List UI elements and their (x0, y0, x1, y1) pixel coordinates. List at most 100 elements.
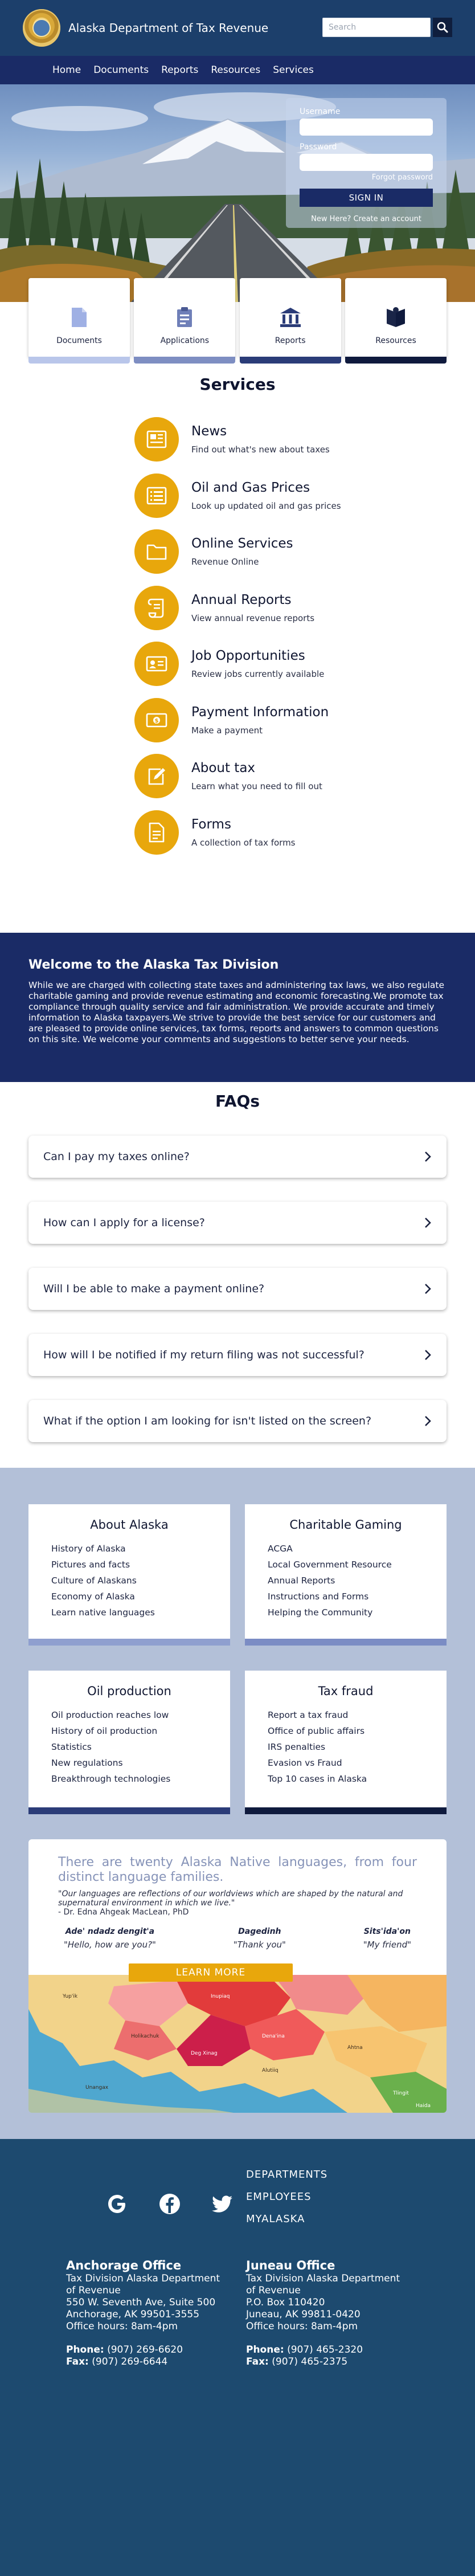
resource-link[interactable]: Evasion vs Fraud (268, 1755, 447, 1771)
resource-link[interactable]: Culture of Alaskans (51, 1573, 230, 1589)
resource-link[interactable]: Instructions and Forms (268, 1589, 447, 1605)
faq-item[interactable]: Will I be able to make a payment online? (28, 1268, 447, 1310)
resource-link[interactable]: Oil production reaches low (51, 1707, 230, 1723)
service-title: Oil and Gas Prices (191, 480, 310, 495)
office-fax: Fax: (907) 465-2375 (246, 2356, 348, 2367)
create-account-link[interactable]: New Here? Create an account (300, 215, 433, 223)
quick-links: Documents Applications Reports Resources (28, 278, 447, 364)
faq-item[interactable]: How can I apply for a license? (28, 1202, 447, 1244)
footer-link-employees[interactable]: EMPLOYEES (246, 2191, 327, 2203)
card-accent-bar (345, 357, 447, 364)
card-accent-bar (239, 357, 341, 364)
faq-item[interactable]: How will I be notified if my return fili… (28, 1334, 447, 1376)
resource-link[interactable]: Annual Reports (268, 1573, 447, 1589)
main-nav: Home Documents Reports Resources Service… (0, 56, 475, 84)
resource-link[interactable]: Breakthrough technologies (51, 1771, 230, 1787)
service-title: Annual Reports (191, 592, 292, 607)
service-item-job-opportunities[interactable]: Job Opportunities Review jobs currently a… (134, 636, 341, 692)
resource-link[interactable]: Local Government Resource (268, 1557, 447, 1573)
card-accent-bar (28, 1807, 230, 1814)
faq-item[interactable]: What if the option I am looking for isn'… (28, 1400, 447, 1442)
header-bar: Alaska Department of Tax Revenue Search (0, 0, 475, 56)
nav-home[interactable]: Home (52, 64, 81, 76)
resource-card-title: Tax fraud (318, 1684, 374, 1698)
resource-link[interactable]: IRS penalties (268, 1739, 447, 1755)
forgot-password-link[interactable]: Forgot password (300, 173, 433, 182)
faq-item[interactable]: Can I pay my taxes online? (28, 1136, 447, 1178)
service-title: Online Services (191, 536, 293, 552)
learn-more-button[interactable]: LEARN MORE (129, 1963, 293, 1982)
resource-link[interactable]: Learn native languages (51, 1605, 230, 1620)
office-fax: Fax: (907) 269-6644 (66, 2356, 168, 2367)
nav-documents[interactable]: Documents (93, 64, 149, 76)
footer-links: DEPARTMENTS EMPLOYEES MYALASKA (246, 2169, 327, 2235)
quick-card-resources[interactable]: Resources (345, 278, 447, 364)
faq-question: How can I apply for a license? (43, 1216, 205, 1229)
chevron-right-icon (425, 1350, 431, 1360)
map-label: Ahtna (347, 2045, 363, 2051)
office-name: Anchorage Office (66, 2259, 182, 2272)
nav-services[interactable]: Services (273, 64, 314, 76)
faq-question: What if the option I am looking for isn'… (43, 1415, 372, 1427)
google-icon[interactable] (106, 2193, 129, 2215)
service-item-news[interactable]: News Find out what's new about taxes (134, 411, 341, 468)
username-input[interactable] (300, 119, 433, 136)
nav-resources[interactable]: Resources (211, 64, 260, 76)
languages-quote: "Our languages are reflections of our wo… (58, 1889, 403, 1908)
service-desc: Find out what's new about taxes (191, 444, 330, 455)
resource-link[interactable]: History of oil production (51, 1723, 230, 1739)
resource-card-title: Oil production (87, 1684, 171, 1698)
service-desc: A collection of tax forms (191, 837, 296, 848)
services-list: News Find out what's new about taxes Oil … (134, 411, 341, 860)
password-input[interactable] (300, 154, 433, 171)
footer-link-myalaska[interactable]: MYALASKA (246, 2213, 327, 2225)
nav-reports[interactable]: Reports (161, 64, 198, 76)
service-desc: Look up updated oil and gas prices (191, 500, 341, 511)
facebook-icon[interactable] (158, 2193, 181, 2215)
resource-link[interactable]: ACGA (268, 1541, 447, 1557)
money-icon: $ (146, 713, 167, 728)
sign-in-button[interactable]: SIGN IN (300, 189, 433, 207)
resource-link[interactable]: Helping the Community (268, 1605, 447, 1620)
chevron-right-icon (425, 1284, 431, 1294)
faq-heading: FAQs (215, 1092, 260, 1111)
office-hours: Office hours: 8am-4pm (66, 2321, 178, 2332)
resource-link[interactable]: History of Alaska (51, 1541, 230, 1557)
phrase-list: Ade' ndadz dengit'a "Hello, how are you?"… (28, 1917, 447, 1950)
quick-card-documents[interactable]: Documents (28, 278, 130, 364)
resource-link[interactable]: New regulations (51, 1755, 230, 1771)
search-input[interactable]: Search (322, 18, 431, 37)
quick-card-reports[interactable]: Reports (239, 278, 341, 364)
chevron-right-icon (425, 1152, 431, 1162)
faq-question: Will I be able to make a payment online? (43, 1283, 265, 1295)
search-icon (437, 22, 448, 33)
resource-link[interactable]: Pictures and facts (51, 1557, 230, 1573)
service-item-forms[interactable]: Forms A collection of tax forms (134, 805, 341, 861)
resource-link[interactable]: Statistics (51, 1739, 230, 1755)
twitter-icon[interactable] (211, 2193, 234, 2215)
books-icon (386, 307, 405, 327)
office-dept: Tax Division Alaska Department of Revenu… (246, 2273, 400, 2296)
resource-link[interactable]: Report a tax fraud (268, 1707, 447, 1723)
service-item-payment-information[interactable]: $ Payment Information Make a payment (134, 692, 341, 749)
service-item-oil-gas-prices[interactable]: Oil and Gas Prices Look up updated oil an… (134, 468, 341, 524)
resource-link[interactable]: Economy of Alaska (51, 1589, 230, 1605)
footer-link-departments[interactable]: DEPARTMENTS (246, 2169, 327, 2181)
office-address-line: 550 W. Seventh Ave, Suite 500 (66, 2297, 216, 2308)
resource-link[interactable]: Office of public affairs (268, 1723, 447, 1739)
phrase-english: "Thank you" (233, 1940, 286, 1950)
quick-card-label: Applications (160, 336, 210, 345)
id-card-icon (146, 656, 167, 672)
service-item-online-services[interactable]: Online Services Revenue Online (134, 524, 341, 580)
site-title[interactable]: Alaska Department of Tax Revenue (68, 21, 268, 35)
map-label: Tlingit (392, 2091, 409, 2096)
search-button[interactable] (433, 18, 452, 37)
service-item-annual-reports[interactable]: Annual Reports View annual revenue report… (134, 580, 341, 636)
service-desc: Make a payment (191, 725, 263, 736)
quick-card-applications[interactable]: Applications (134, 278, 236, 364)
svg-text:$: $ (155, 718, 159, 724)
faq-question: Can I pay my taxes online? (43, 1150, 190, 1163)
resource-link[interactable]: Top 10 cases in Alaska (268, 1771, 447, 1787)
state-seal-logo[interactable] (23, 9, 60, 47)
service-item-about-tax[interactable]: About tax Learn what you need to fill out (134, 748, 341, 805)
